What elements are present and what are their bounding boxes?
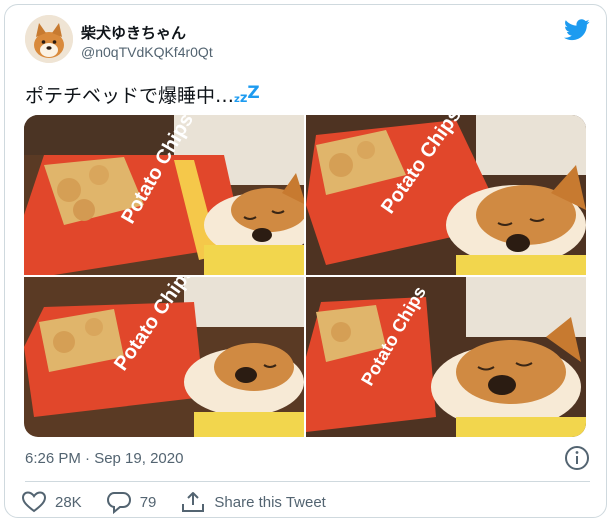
twitter-bird-icon[interactable] — [564, 19, 590, 41]
tweet-text: ポテチベッドで爆睡中…zzZ — [25, 81, 260, 108]
heart-icon — [21, 491, 47, 513]
like-button[interactable]: 28K — [21, 490, 82, 514]
user-handle[interactable]: @n0qTVdKQKf4r0Qt — [81, 44, 213, 60]
like-count: 28K — [55, 493, 82, 511]
photo-3[interactable]: Potato Chips — [24, 277, 304, 437]
info-icon[interactable] — [564, 445, 590, 471]
share-label: Share this Tweet — [214, 493, 326, 511]
divider — [25, 481, 590, 482]
share-button[interactable]: Share this Tweet — [180, 490, 326, 514]
reply-bubble-icon — [106, 492, 131, 514]
photo-4[interactable]: Potato Chips — [306, 277, 586, 437]
tweet-timestamp[interactable]: 6:26 PM · Sep 19, 2020 — [25, 450, 183, 467]
avatar[interactable] — [25, 15, 73, 63]
display-name[interactable]: 柴犬ゆきちゃん — [81, 22, 186, 43]
sleeping-zzz-emoji: zzZ — [234, 83, 260, 107]
photo-1[interactable]: Potato Chips — [24, 115, 304, 275]
tweet-text-body: ポテチベッドで爆睡中… — [25, 85, 235, 107]
action-bar: 28K 79 Share this Tweet — [21, 489, 350, 515]
media-grid: Potato Chips Potato Chips Potato Chips P… — [24, 115, 586, 437]
tweet-card: 柴犬ゆきちゃん @n0qTVdKQKf4r0Qt ポテチベッドで爆睡中…zzZ … — [4, 4, 607, 518]
photo-2[interactable]: Potato Chips — [306, 115, 586, 275]
zzz-large: Z — [247, 83, 260, 103]
share-upload-icon — [182, 492, 205, 512]
reply-count: 79 — [139, 493, 157, 511]
reply-button[interactable]: 79 — [106, 490, 157, 514]
